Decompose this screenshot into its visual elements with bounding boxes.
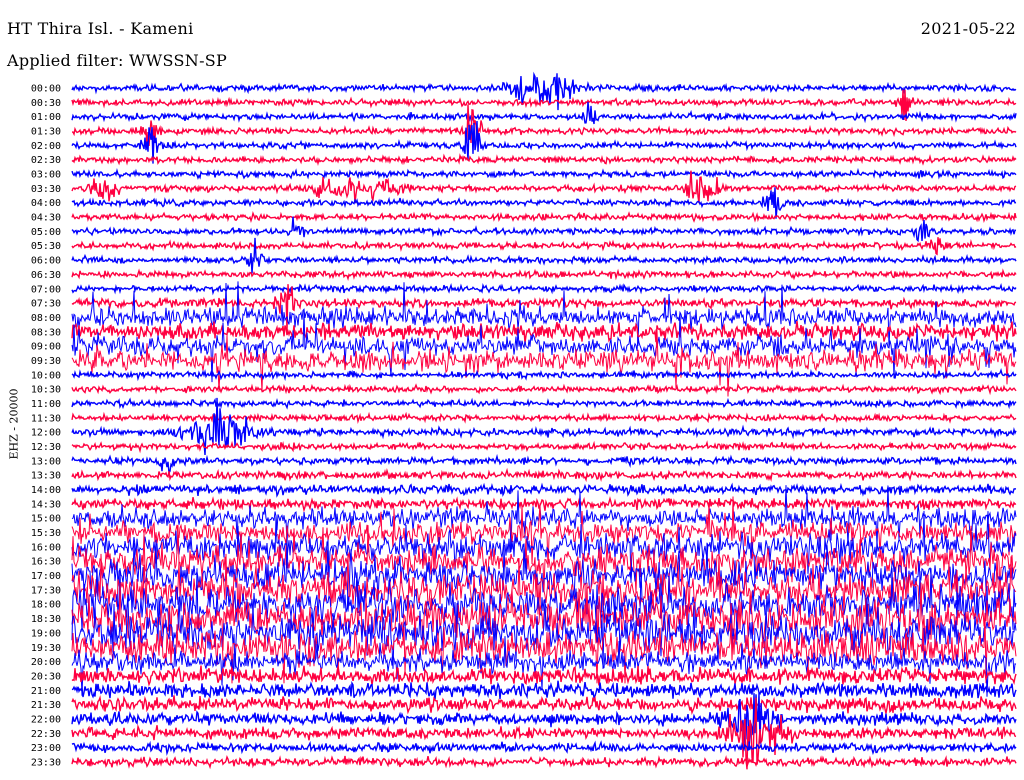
- time-label-0100: 01:00: [31, 112, 61, 123]
- trace-2300: [71, 740, 1017, 756]
- time-label-1430: 14:30: [31, 499, 61, 510]
- trace-0930: [71, 329, 1017, 397]
- time-label-0000: 00:00: [31, 84, 61, 95]
- trace-2130: [71, 695, 1017, 715]
- time-label-1230: 12:30: [31, 442, 61, 453]
- time-label-1330: 13:30: [31, 471, 61, 482]
- time-label-0830: 08:30: [31, 327, 61, 338]
- time-label-2230: 22:30: [31, 729, 61, 740]
- time-label-0300: 03:00: [31, 170, 61, 181]
- time-label-2300: 23:00: [31, 743, 61, 754]
- trace-0130: [72, 104, 1017, 148]
- time-label-1700: 17:00: [31, 571, 61, 582]
- time-label-1400: 14:00: [31, 485, 61, 496]
- time-label-1530: 15:30: [31, 528, 61, 539]
- time-label-1030: 10:30: [31, 385, 61, 396]
- time-label-1500: 15:00: [31, 514, 61, 525]
- trace-1430: [71, 496, 1017, 513]
- time-label-0200: 02:00: [31, 141, 61, 152]
- trace-1000: [71, 367, 1017, 382]
- time-label-1200: 12:00: [31, 428, 61, 439]
- time-label-2030: 20:30: [31, 671, 61, 682]
- trace-0700: [71, 283, 1017, 296]
- trace-0530: [71, 237, 1017, 256]
- trace-1400: [71, 482, 1017, 498]
- time-label-0800: 08:00: [31, 313, 61, 324]
- time-label-1300: 13:00: [31, 456, 61, 467]
- time-label-2200: 22:00: [31, 715, 61, 726]
- time-label-1100: 11:00: [31, 399, 61, 410]
- time-label-1930: 19:30: [31, 643, 61, 654]
- trace-2330: [71, 754, 1017, 770]
- time-label-0130: 01:30: [31, 127, 61, 138]
- time-label-0230: 02:30: [31, 155, 61, 166]
- time-label-1130: 11:30: [31, 413, 61, 424]
- time-label-2330: 23:30: [31, 758, 61, 769]
- time-label-0730: 07:30: [31, 299, 61, 310]
- time-label-1800: 18:00: [31, 600, 61, 611]
- time-label-0600: 06:00: [31, 256, 61, 267]
- trace-0430: [71, 211, 1017, 224]
- time-label-1830: 18:30: [31, 614, 61, 625]
- time-label-2130: 21:30: [31, 700, 61, 711]
- time-label-2100: 21:00: [31, 686, 61, 697]
- trace-0230: [71, 153, 1017, 166]
- helicorder-plot: 00:00 00:30 01:00 01:30 02:00 02:30 03:00 03:30…: [31, 71, 1017, 770]
- trace-0830: [71, 321, 1017, 343]
- time-label-0700: 07:00: [31, 284, 61, 295]
- trace-0630: [71, 268, 1017, 282]
- trace-1100: [71, 397, 1017, 410]
- time-label-0530: 05:30: [31, 241, 61, 252]
- time-label-group: 00:00 00:30 01:00 01:30 02:00 02:30 03:00 03:30…: [31, 84, 61, 769]
- time-label-0430: 04:30: [31, 213, 61, 224]
- time-label-0900: 09:00: [31, 342, 61, 353]
- time-label-0500: 05:00: [31, 227, 61, 238]
- time-label-1000: 10:00: [31, 370, 61, 381]
- time-label-0930: 09:30: [31, 356, 61, 367]
- trace-1230: [71, 440, 1017, 454]
- time-label-1600: 16:00: [31, 542, 61, 553]
- trace-0500: [71, 216, 1017, 243]
- time-label-0030: 00:30: [31, 98, 61, 109]
- time-label-1730: 17:30: [31, 585, 61, 596]
- time-label-0630: 06:30: [31, 270, 61, 281]
- trace-1030: [71, 382, 1017, 396]
- trace-1330: [71, 467, 1017, 483]
- trace-1500: [71, 485, 1017, 552]
- trace-2100: [71, 680, 1017, 700]
- trace-1300: [71, 453, 1017, 476]
- time-label-1630: 16:30: [31, 557, 61, 568]
- time-label-2000: 20:00: [31, 657, 61, 668]
- time-label-0400: 04:00: [31, 198, 61, 209]
- trace-group: [71, 71, 1017, 770]
- trace-0300: [71, 167, 1017, 181]
- time-label-0330: 03:30: [31, 184, 61, 195]
- time-label-1900: 19:00: [31, 628, 61, 639]
